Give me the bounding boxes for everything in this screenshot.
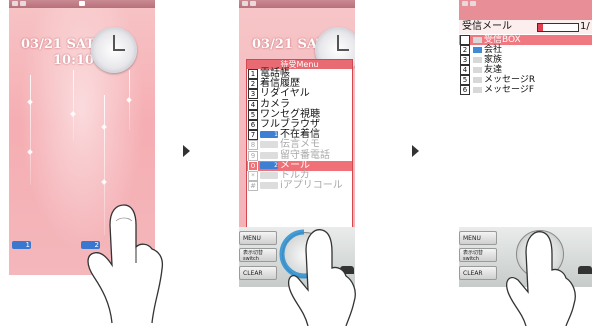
mail-box-screen: 受信メール 1/ 1 受信BOX 2 会社 3 家族 4 友達 5 メッセージR 6 メッセージF (459, 0, 592, 227)
folder-icon (473, 87, 482, 93)
standby-time: 10:10 (53, 53, 94, 68)
signal-icon (12, 1, 18, 6)
folder-number: 6 (460, 85, 470, 95)
folder-label: 会社 (484, 45, 503, 55)
battery-icon (20, 1, 26, 6)
switch-sublabel: switch (463, 256, 479, 262)
notification-count-icon: 1 (260, 131, 278, 139)
page-indicator: 1/ (580, 21, 590, 32)
mail-folder-row[interactable]: 3 家族 (459, 55, 592, 65)
folder-icon (473, 67, 482, 73)
decor-sparkle (126, 97, 132, 103)
notification-count-icon: 2 (260, 161, 278, 169)
menu-item-number: 1 (248, 69, 258, 79)
folder-label: 家族 (484, 55, 503, 65)
switch-softkey[interactable]: 表示切替 switch (459, 248, 497, 262)
menu-item-number: 3 (248, 89, 258, 100)
folder-icon (473, 47, 482, 53)
standby-screen: 03/21 SAT 10:10 1 2 (9, 0, 155, 275)
mail-icon (79, 1, 85, 6)
decor-chain (104, 95, 105, 235)
folder-number: 3 (460, 55, 470, 65)
missed-call-badge[interactable]: 1 (12, 241, 31, 249)
status-bar (239, 0, 355, 8)
folder-number: 1 (460, 35, 470, 45)
folder-number: 5 (460, 75, 470, 85)
folder-label: 友達 (484, 65, 503, 75)
menu-item-number: 5 (248, 109, 258, 120)
menu-item-number: 0 (248, 160, 258, 171)
decor-sparkle (27, 99, 33, 105)
mail-title: 受信メール (462, 21, 512, 32)
menu-softkey[interactable]: MENU (459, 231, 497, 245)
folder-label: メッセージR (484, 75, 536, 85)
folder-label: メッセージF (484, 85, 534, 95)
folder-number: 4 (460, 65, 470, 75)
mail-folder-row[interactable]: 1 受信BOX (459, 35, 592, 45)
mail-folder-row[interactable]: 2 会社 (459, 45, 592, 55)
menu-item-number: 4 (248, 99, 258, 110)
signal-icon (462, 1, 468, 6)
menu-screen: 03/21 SAT 待受Menu 1 電話帳 2 着信履歴 3 リダイヤル 4 カメラ 5 ワンセ… (239, 0, 355, 227)
notification-icon (260, 171, 278, 179)
mail-folder-row[interactable]: 5 メッセージR (459, 75, 592, 85)
battery-icon (470, 1, 476, 6)
decor-sparkle (101, 179, 107, 185)
clear-softkey[interactable]: CLEAR (459, 266, 497, 280)
mail-badge-icon[interactable]: 2 (81, 241, 100, 249)
menu-item-number: # (248, 181, 258, 192)
menu-softkey[interactable]: MENU (239, 231, 277, 245)
folder-icon (473, 77, 482, 83)
mail-header: 受信メール 1/ (459, 20, 592, 34)
end-call-icon[interactable] (340, 266, 354, 274)
rotate-arrow-icon (279, 229, 332, 279)
mail-folder-row[interactable]: 6 メッセージF (459, 85, 592, 95)
menu-item-number: 6 (248, 119, 258, 130)
decor-sparkle (27, 149, 33, 155)
folder-icon (473, 57, 482, 63)
clock-icon (91, 27, 137, 73)
signal-icon (242, 1, 248, 6)
menu-item-number: 7 (248, 130, 258, 141)
menu-item-number: 8 (248, 140, 258, 151)
center-key[interactable] (516, 230, 564, 278)
folder-icon (473, 37, 482, 43)
battery-icon (250, 1, 256, 6)
notification-icon (260, 151, 278, 159)
menu-item-number: 2 (248, 79, 258, 90)
decor-sparkle (101, 124, 107, 130)
step-arrow-icon (412, 145, 419, 157)
step-arrow-icon (183, 145, 190, 157)
menu-item-label: iアプリコール (280, 180, 343, 192)
menu-item-number: 9 (248, 150, 258, 161)
switch-softkey[interactable]: 表示切替 switch (239, 248, 277, 262)
notification-icon (260, 141, 278, 149)
decor-chain (73, 70, 74, 140)
notification-icon (260, 182, 278, 190)
decor-sparkle (70, 111, 76, 117)
menu-item[interactable]: # iアプリコール (247, 180, 352, 192)
status-bar (9, 0, 155, 8)
standby-date: 03/21 SAT (21, 37, 95, 52)
standby-menu: 待受Menu 1 電話帳 2 着信履歴 3 リダイヤル 4 カメラ 5 ワンセグ視聴 6 フルブラウザ… (246, 59, 353, 227)
mail-folder-row[interactable]: 4 友達 (459, 65, 592, 75)
status-bar (459, 0, 592, 20)
end-call-icon[interactable] (578, 266, 592, 274)
folder-number: 2 (460, 45, 470, 55)
menu-item-number: * (248, 170, 258, 181)
decor-chain (30, 75, 31, 185)
folder-label: 受信BOX (484, 35, 521, 45)
storage-meter-fill (538, 24, 543, 31)
switch-sublabel: switch (243, 256, 259, 262)
storage-meter (537, 23, 579, 32)
clear-softkey[interactable]: CLEAR (239, 266, 277, 280)
